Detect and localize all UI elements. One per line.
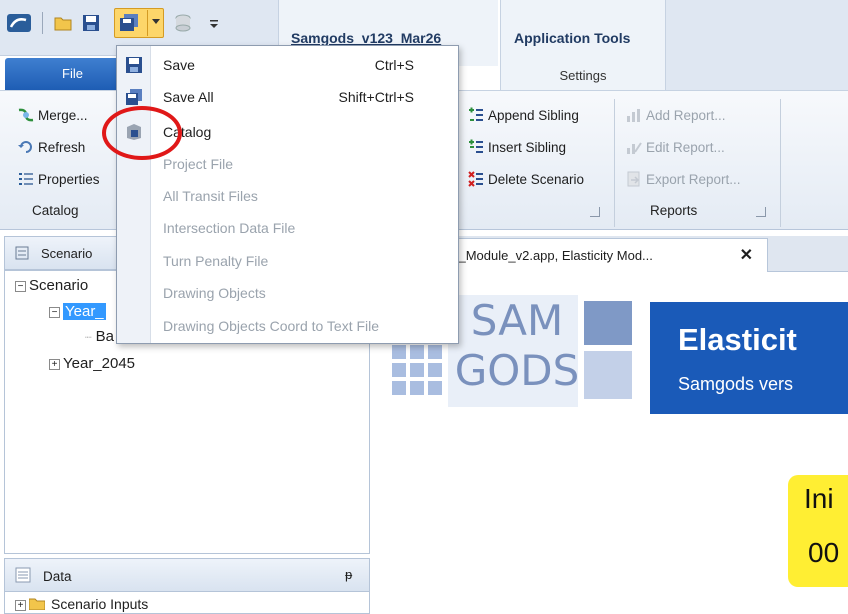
expand-icon[interactable]: + <box>15 600 26 611</box>
folder-icon[interactable] <box>54 14 72 32</box>
properties-icon <box>19 173 33 185</box>
settings-tab[interactable]: Settings <box>501 68 665 83</box>
file-tab-label: File <box>62 66 83 81</box>
pin-icon[interactable]: ᵽ <box>345 567 352 582</box>
init-label: Ini <box>804 483 834 514</box>
application-tools-label: Application Tools <box>514 30 631 46</box>
data-panel-title: Data <box>43 569 72 584</box>
scenario-group-launcher-icon[interactable] <box>590 207 600 217</box>
menu-shortcut: Ctrl+S <box>374 57 414 73</box>
menu-item-all-transit-files[interactable]: All Transit Files <box>117 180 458 212</box>
save-all-icon <box>126 89 142 105</box>
tree-connector-icon: ┈ <box>85 332 92 344</box>
close-icon[interactable]: ✕ <box>740 245 753 265</box>
export-report-button[interactable]: Export Report... <box>626 171 741 187</box>
banner-title: Elasticit <box>678 322 797 357</box>
export-report-icon <box>627 171 640 187</box>
save-dropdown-menu: Save Ctrl+S Save All Shift+Ctrl+S Catalo… <box>116 45 459 344</box>
save-icon <box>126 57 142 73</box>
reports-group-launcher-icon[interactable] <box>756 207 766 217</box>
folder-icon <box>29 598 45 610</box>
dropdown-arrow-icon[interactable] <box>152 19 160 25</box>
scenario-panel-icon <box>15 246 29 260</box>
menu-item-turn-penalty-file[interactable]: Turn Penalty File <box>117 245 458 277</box>
database-icon[interactable] <box>174 14 192 32</box>
separator <box>42 12 43 34</box>
logo-text-gods: GODS <box>454 346 580 395</box>
init-status-box: Ini 00 <box>788 475 848 587</box>
tree-node-scenario-inputs[interactable]: + Scenario Inputs <box>15 596 148 612</box>
menu-item-drawing-objects[interactable]: Drawing Objects <box>117 277 458 309</box>
append-sibling-button[interactable]: Append Sibling <box>468 107 579 123</box>
document-title: Samgods_v123_Mar26 <box>291 30 442 46</box>
expand-icon[interactable]: + <box>49 359 60 370</box>
save-icon[interactable] <box>82 14 100 32</box>
tree-node-year-2045[interactable]: + Year_2045 <box>49 355 135 372</box>
customize-icon[interactable] <box>208 14 220 32</box>
refresh-icon <box>18 141 32 153</box>
banner-subtitle: Samgods vers <box>678 374 794 394</box>
save-all-icon <box>120 14 138 31</box>
document-tab[interactable]: city_Module_v2.app, Elasticity Mod... ✕ <box>430 238 768 272</box>
delete-scenario-icon <box>468 171 483 187</box>
document-tab-label: city_Module_v2.app, Elasticity Mod... <box>439 248 653 263</box>
elasticity-banner: Elasticit Samgods vers <box>650 302 848 414</box>
scenario-panel-title: Scenario <box>41 246 93 261</box>
add-report-button[interactable]: Add Report... <box>626 107 726 123</box>
data-tree[interactable]: + Scenario Inputs <box>4 592 370 614</box>
edit-report-icon <box>627 142 642 154</box>
data-panel-icon <box>15 567 31 583</box>
insert-sibling-button[interactable]: Insert Sibling <box>468 139 566 155</box>
menu-item-save-all[interactable]: Save All Shift+Ctrl+S <box>117 81 458 113</box>
logo-text-sam: SAM <box>470 296 564 345</box>
append-sibling-icon <box>469 107 483 121</box>
init-value: 00 <box>808 537 840 568</box>
collapse-icon[interactable]: − <box>49 307 60 318</box>
menu-shortcut: Shift+Ctrl+S <box>338 89 414 105</box>
merge-icon <box>18 108 34 122</box>
collapse-icon[interactable]: − <box>15 281 26 292</box>
menu-item-save[interactable]: Save Ctrl+S <box>117 49 458 81</box>
tree-node-scenario[interactable]: − Scenario <box>15 277 88 294</box>
catalog-group-label: Catalog <box>32 203 79 218</box>
edit-report-button[interactable]: Edit Report... <box>626 139 725 155</box>
add-report-icon <box>627 109 640 122</box>
reports-group-label: Reports <box>650 203 698 218</box>
menu-item-drawing-objects-coord[interactable]: Drawing Objects Coord to Text File <box>117 310 458 342</box>
title-bar-blank <box>666 0 848 90</box>
application-tools-tab[interactable]: Application Tools Settings <box>500 0 666 90</box>
delete-scenario-button[interactable]: Delete Scenario <box>468 171 584 187</box>
insert-sibling-icon <box>469 139 483 153</box>
tree-node-year[interactable]: − Year_ <box>49 303 106 320</box>
red-highlight-annotation <box>102 106 182 160</box>
save-split-button[interactable] <box>114 8 164 38</box>
refresh-button[interactable]: Refresh <box>18 139 85 155</box>
menu-item-intersection-data-file[interactable]: Intersection Data File <box>117 212 458 244</box>
merge-button[interactable]: Merge... <box>18 107 88 123</box>
data-panel-header: Data ᵽ <box>4 558 370 592</box>
tree-node-base[interactable]: ┈ Ba <box>85 328 114 345</box>
group-separator <box>780 99 781 227</box>
app-icon[interactable] <box>6 12 32 34</box>
properties-button[interactable]: Properties <box>18 171 100 187</box>
group-separator <box>614 99 615 227</box>
